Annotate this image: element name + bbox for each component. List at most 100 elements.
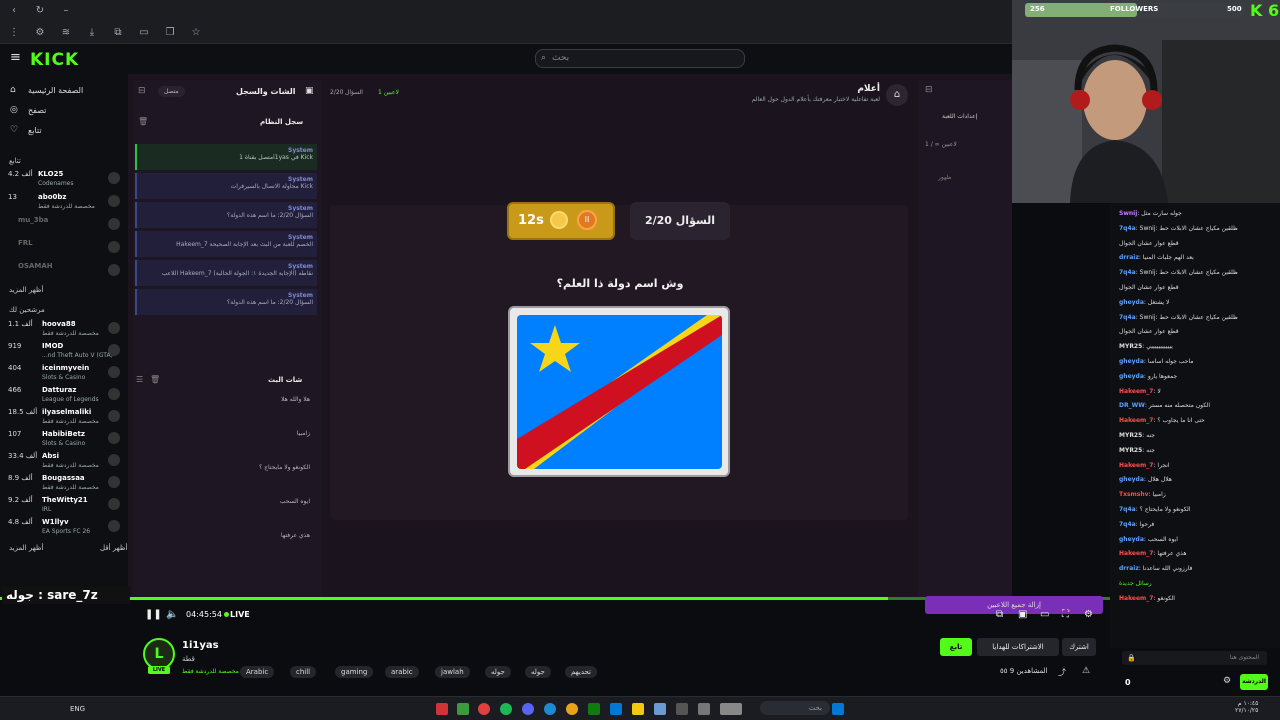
- chat-username[interactable]: Hakeem_7: [1119, 417, 1153, 424]
- following-channel[interactable]: 4.2 ألف KLO25 Codenames: [8, 170, 120, 192]
- taskbar-search[interactable]: بحث: [760, 701, 830, 715]
- recommended-channel[interactable]: 4.8 ألف W1llyv EA Sports FC 26: [8, 518, 120, 540]
- streamer-name[interactable]: 1i1yas: [182, 640, 219, 651]
- report-icon[interactable]: ⚠: [1082, 666, 1090, 676]
- gear-icon[interactable]: ⚙: [1084, 609, 1093, 620]
- extensions-icon[interactable]: ⧉: [112, 26, 124, 38]
- app-icon-7[interactable]: [720, 703, 742, 715]
- pause-button[interactable]: ❚❚: [145, 609, 162, 620]
- show-more-following[interactable]: أظهر المزيد: [9, 286, 43, 294]
- pip-icon[interactable]: ⧉: [996, 609, 1003, 620]
- nav-browse[interactable]: ◎ تصفح: [10, 105, 46, 115]
- chat-input[interactable]: المحتوى هنا: [1122, 651, 1267, 665]
- recommended-channel[interactable]: 404 iceinmyvein Slots & Casino: [8, 364, 120, 386]
- stream-tag[interactable]: تحديهم: [565, 666, 597, 678]
- chat-username[interactable]: MYR25: [1119, 432, 1142, 439]
- folder-icon[interactable]: [632, 703, 644, 715]
- chat-send-button[interactable]: الدردشة: [1240, 674, 1268, 690]
- kick-logo[interactable]: KICK: [30, 50, 79, 70]
- minimize-icon[interactable]: –: [60, 4, 72, 16]
- game-home-button[interactable]: ⌂: [886, 84, 908, 106]
- show-less[interactable]: أظهر أقل: [100, 544, 127, 552]
- app-icon-6[interactable]: [698, 703, 710, 715]
- chat-username[interactable]: Hakeem_7: [1119, 550, 1153, 557]
- following-channel[interactable]: mu_3ba: [8, 216, 120, 238]
- back-icon[interactable]: ‹: [8, 4, 20, 16]
- app-icon-4[interactable]: [654, 703, 666, 715]
- panel-collapse-icon[interactable]: ⊟: [138, 86, 146, 96]
- hamburger-menu-icon[interactable]: ≡: [10, 51, 24, 64]
- stream-tag[interactable]: arabic: [385, 666, 419, 678]
- bookmark-star-icon[interactable]: ☆: [190, 26, 202, 38]
- show-more-recommended[interactable]: أظهر المزيد: [9, 544, 43, 552]
- follow-button[interactable]: تابع: [940, 638, 972, 656]
- remove-all-players-button[interactable]: إزالة جميع اللاعبين: [925, 596, 1103, 614]
- recommended-channel[interactable]: 1.1 ألف hoova88 مخصصة للدردشة فقط: [8, 320, 120, 342]
- following-channel[interactable]: 13 abo0bz مخصصة للدردشة فقط: [8, 193, 120, 215]
- stream-category[interactable]: مخصصة للدردشة فقط: [182, 668, 239, 675]
- panel-expand-icon[interactable]: ⊟: [925, 85, 933, 95]
- stream-tag[interactable]: جوله: [485, 666, 511, 678]
- chat-username[interactable]: gheyda: [1119, 358, 1144, 365]
- recommended-channel[interactable]: 466 Datturaz League of Legends: [8, 386, 120, 408]
- stream-tag[interactable]: chill: [290, 666, 317, 678]
- pause-icon[interactable]: II: [577, 210, 597, 230]
- chat-username[interactable]: Hakeem_7: [1119, 388, 1153, 395]
- fullscreen-icon[interactable]: ⛶: [1062, 609, 1069, 620]
- app-icon-2[interactable]: [457, 703, 469, 715]
- following-channel[interactable]: FRL: [8, 239, 120, 261]
- settings-sliders-icon[interactable]: ☰: [136, 375, 143, 384]
- menu-dots-icon[interactable]: ⋮: [8, 26, 20, 38]
- windows-start-icon[interactable]: [832, 703, 844, 715]
- app-icon-5[interactable]: [676, 703, 688, 715]
- clip-icon[interactable]: ▣: [1018, 609, 1027, 620]
- edge-icon[interactable]: [544, 703, 556, 715]
- chat-username[interactable]: 7q4a: [1119, 521, 1136, 528]
- chat-username[interactable]: MYR25: [1119, 343, 1142, 350]
- sidebar-toggle-icon[interactable]: ▭: [138, 26, 150, 38]
- chat-username[interactable]: gheyda: [1119, 476, 1144, 483]
- xbox-icon[interactable]: [588, 703, 600, 715]
- stream-tag[interactable]: jawlah: [435, 666, 470, 678]
- subscribe-button[interactable]: اشترك: [1062, 638, 1096, 656]
- chat-username[interactable]: gheyda: [1119, 373, 1144, 380]
- chat-username[interactable]: Txsmshv: [1119, 491, 1149, 498]
- chat-username[interactable]: gheyda: [1119, 536, 1144, 543]
- following-channel[interactable]: OSAMAH: [8, 262, 120, 284]
- chrome-icon[interactable]: [566, 703, 578, 715]
- recommended-channel[interactable]: 18.5 ألف ilyaselmaliki مخصصة للدردشة فقط: [8, 408, 120, 430]
- chat-username[interactable]: Hakeem_7: [1119, 462, 1153, 469]
- store-icon[interactable]: [610, 703, 622, 715]
- chat-username[interactable]: 7q4a: [1119, 269, 1136, 276]
- discord-icon[interactable]: [522, 703, 534, 715]
- search-input[interactable]: بحث: [535, 49, 745, 68]
- chat-username[interactable]: 7q4a: [1119, 225, 1136, 232]
- refresh-icon[interactable]: ↻: [34, 4, 46, 16]
- copy-icon[interactable]: ❐: [164, 26, 176, 38]
- recommended-channel[interactable]: 919 IMOD ...nd Theft Auto V (GTA): [8, 342, 120, 364]
- download-icon[interactable]: ⤓: [86, 26, 98, 38]
- recommended-channel[interactable]: 9.2 ألف TheWitty21 IRL: [8, 496, 120, 518]
- chat-username[interactable]: 7q4a: [1119, 506, 1136, 513]
- app-icon-3[interactable]: [478, 703, 490, 715]
- chat-username[interactable]: Swnij: [1119, 210, 1137, 217]
- chat-username[interactable]: gheyda: [1119, 299, 1144, 306]
- nav-following[interactable]: ♡ تتابع: [10, 125, 42, 135]
- filter-icon[interactable]: ≋: [60, 26, 72, 38]
- app-icon-1[interactable]: [436, 703, 448, 715]
- stream-tag[interactable]: gaming: [335, 666, 374, 678]
- recommended-channel[interactable]: 8.9 ألف Bougassaa مخصصة للدردشة فقط: [8, 474, 120, 496]
- chat-settings-icon[interactable]: ⚙: [1223, 676, 1231, 686]
- share-icon[interactable]: ⤴: [1058, 667, 1066, 678]
- chat-username[interactable]: MYR25: [1119, 447, 1142, 454]
- volume-icon[interactable]: 🔈: [166, 609, 178, 620]
- chat-username[interactable]: DR_WW: [1119, 402, 1145, 409]
- stream-tag[interactable]: Arabic: [240, 666, 275, 678]
- recommended-channel[interactable]: 33.4 ألف Absi مخصصة للدردشة فقط: [8, 452, 120, 474]
- trash-icon[interactable]: 🗑: [138, 117, 148, 126]
- chat-username[interactable]: drraiz: [1119, 565, 1139, 572]
- language-indicator[interactable]: ENG: [70, 705, 85, 713]
- recommended-channel[interactable]: 107 HabibiBetz Slots & Casino: [8, 430, 120, 452]
- trash-icon-2[interactable]: 🗑: [150, 375, 160, 384]
- stream-tag[interactable]: جوله: [525, 666, 551, 678]
